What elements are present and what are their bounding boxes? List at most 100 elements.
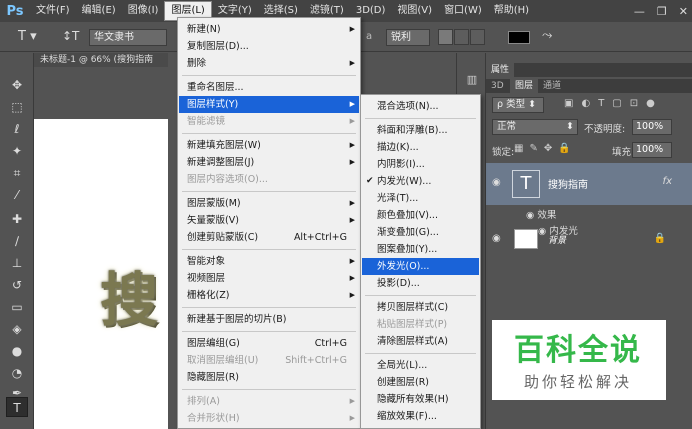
layer-menu-item[interactable]: 栅格化(Z) ▶: [179, 287, 359, 304]
histogram-icon[interactable]: ▥: [465, 73, 479, 87]
layer-menu-item[interactable]: 矢量蒙版(V) ▶: [179, 212, 359, 229]
antialias-select[interactable]: 锐利: [386, 29, 430, 46]
layer-style-menu-item[interactable]: 渐变叠加(G)...: [362, 224, 479, 241]
layer-style-menu-item[interactable]: 斜面和浮雕(B)...: [362, 122, 479, 139]
layer-menu-item[interactable]: 智能对象 ▶: [179, 253, 359, 270]
type-tool-icon[interactable]: T: [6, 397, 28, 417]
menu-edit[interactable]: 编辑(E): [76, 0, 122, 22]
type-tool-preset-icon[interactable]: T ▾: [18, 29, 37, 44]
layer-style-menu-item[interactable]: 清除图层样式(A): [362, 333, 479, 350]
layer-menu-item[interactable]: 新建填充图层(W) ▶: [179, 137, 359, 154]
layer-row-text[interactable]: ◉ T 搜狗指南 fx: [486, 163, 692, 205]
layer-style-menu-item[interactable]: 图案叠加(Y)...: [362, 241, 479, 258]
menu-file[interactable]: 文件(F): [30, 0, 76, 22]
layer-style-menu-item[interactable]: ✔ 内发光(W)...: [362, 173, 479, 190]
layer-menu-item[interactable]: 视频图层 ▶: [179, 270, 359, 287]
marquee-tool-icon[interactable]: ⬚: [9, 99, 25, 115]
move-tool-icon[interactable]: ✥: [9, 77, 25, 93]
layer-style-menu-item[interactable]: 颜色叠加(V)...: [362, 207, 479, 224]
tab-channels[interactable]: 通道: [538, 79, 566, 93]
visibility-eye-icon[interactable]: ◉: [492, 233, 501, 244]
layer-style-menu-item[interactable]: 创建图层(R): [362, 374, 479, 391]
layer-menu-item[interactable]: 新建调整图层(J) ▶: [179, 154, 359, 171]
tab-properties[interactable]: 属性: [486, 63, 515, 77]
lasso-tool-icon[interactable]: ℓ: [9, 121, 25, 137]
minimize-icon[interactable]: —: [634, 5, 645, 18]
layer-menu-item[interactable]: 复制图层(D)...: [179, 38, 359, 55]
fill-field[interactable]: 100%: [632, 142, 672, 158]
adjustment-filter-icon[interactable]: ◐: [581, 98, 590, 109]
layer-menu-item[interactable]: 图层样式(Y) ▶: [179, 96, 359, 113]
layer-style-menu-item[interactable]: 混合选项(N)...: [362, 98, 479, 115]
background-layer-name[interactable]: 背景: [548, 233, 566, 246]
pixel-filter-icon[interactable]: ▣: [564, 98, 573, 109]
layer-menu-item[interactable]: 新建(N) ▶: [179, 21, 359, 38]
menu-help[interactable]: 帮助(H): [488, 0, 535, 22]
magic-wand-icon[interactable]: ✦: [9, 143, 25, 159]
eyedropper-icon[interactable]: ⁄: [9, 187, 25, 203]
align-left-icon[interactable]: [438, 29, 453, 45]
smart-filter-icon[interactable]: ⊡: [630, 98, 638, 109]
shape-filter-icon[interactable]: ▢: [612, 98, 621, 109]
layer-style-menu-item[interactable]: 拷贝图层样式(C): [362, 299, 479, 316]
align-center-icon[interactable]: [454, 29, 469, 45]
layer-style-menu-item[interactable]: 描边(K)...: [362, 139, 479, 156]
layer-style-menu-item[interactable]: 光泽(T)...: [362, 190, 479, 207]
layer-menu-item[interactable]: 智能滤镜 ▶: [179, 113, 359, 130]
blend-mode-select[interactable]: 正常 ⬍: [492, 119, 578, 135]
layer-style-menu-item[interactable]: 粘贴图层样式(P): [362, 316, 479, 333]
menu-window[interactable]: 窗口(W): [438, 0, 488, 22]
layer-menu-item[interactable]: 删除 ▶: [179, 55, 359, 72]
layer-style-menu-item[interactable]: 外发光(O)...: [362, 258, 479, 275]
layer-menu-item[interactable]: 重命名图层...: [179, 79, 359, 96]
layer-style-menu-item[interactable]: 投影(D)...: [362, 275, 479, 292]
fx-icon[interactable]: fx: [663, 176, 672, 187]
layer-style-menu-item[interactable]: 全局光(L)...: [362, 357, 479, 374]
layer-menu-item[interactable]: 排列(A) ▶: [179, 393, 359, 410]
lock-position-icon[interactable]: ✥: [544, 143, 552, 154]
warp-text-icon[interactable]: ⤳: [542, 28, 552, 43]
dodge-tool-icon[interactable]: ◔: [9, 365, 25, 381]
visibility-eye-icon[interactable]: ◉: [492, 177, 501, 188]
layer-menu-item[interactable]: 新建基于图层的切片(B): [179, 311, 359, 328]
opacity-field[interactable]: 100%: [632, 119, 672, 135]
lock-all-icon[interactable]: 🔒: [558, 143, 570, 154]
font-family-field[interactable]: 华文隶书: [89, 29, 167, 46]
eraser-tool-icon[interactable]: ▭: [9, 299, 25, 315]
layer-menu-item[interactable]: 图层编组(G) Ctrl+G: [179, 335, 359, 352]
close-icon[interactable]: ✕: [679, 5, 688, 18]
type-filter-icon[interactable]: T: [598, 98, 604, 109]
layer-style-menu-item[interactable]: 内阴影(I)...: [362, 156, 479, 173]
menu-image[interactable]: 图像(I): [122, 0, 165, 22]
align-right-icon[interactable]: [470, 29, 485, 45]
layer-menu-item[interactable]: 隐藏图层(R): [179, 369, 359, 386]
effects-row[interactable]: ◉ 效果: [526, 207, 556, 221]
layer-filter-select[interactable]: ρ 类型 ⬍: [492, 97, 544, 113]
document-tab[interactable]: 未标题-1 @ 66% (搜狗指南: [34, 53, 168, 67]
history-brush-icon[interactable]: ↺: [9, 277, 25, 293]
layer-style-menu-item[interactable]: 隐藏所有效果(H): [362, 391, 479, 408]
blur-tool-icon[interactable]: ●: [9, 343, 25, 359]
healing-brush-icon[interactable]: ✚: [9, 211, 25, 227]
clone-stamp-icon[interactable]: ⊥: [9, 255, 25, 271]
layer-row-background[interactable]: ◉ 背景 🔒: [486, 225, 692, 253]
text-color-swatch[interactable]: [508, 31, 530, 44]
layer-menu-item[interactable]: 取消图层编组(U) Shift+Ctrl+G: [179, 352, 359, 369]
layer-menu-item[interactable]: 合并形状(H) ▶: [179, 410, 359, 427]
lock-transparent-icon[interactable]: ▦: [514, 143, 523, 154]
brush-tool-icon[interactable]: ∕: [9, 233, 25, 249]
text-layer-name[interactable]: 搜狗指南: [548, 176, 588, 191]
lock-image-icon[interactable]: ✎: [529, 143, 537, 154]
tab-layers[interactable]: 图层: [510, 79, 539, 93]
layer-menu-item[interactable]: 图层内容选项(O)...: [179, 171, 359, 188]
filter-toggle-icon[interactable]: ●: [646, 98, 655, 109]
paint-bucket-icon[interactable]: ◈: [9, 321, 25, 337]
menu-view[interactable]: 视图(V): [391, 0, 438, 22]
crop-tool-icon[interactable]: ⌗: [9, 165, 25, 181]
layer-style-menu-item[interactable]: 缩放效果(F)...: [362, 408, 479, 425]
text-orientation-icon[interactable]: ↕T: [62, 29, 79, 43]
tab-3d[interactable]: 3D: [486, 79, 509, 93]
layer-menu-item[interactable]: 创建剪贴蒙版(C) Alt+Ctrl+G: [179, 229, 359, 246]
layer-menu-item[interactable]: 图层蒙版(M) ▶: [179, 195, 359, 212]
restore-icon[interactable]: ❐: [657, 5, 667, 18]
